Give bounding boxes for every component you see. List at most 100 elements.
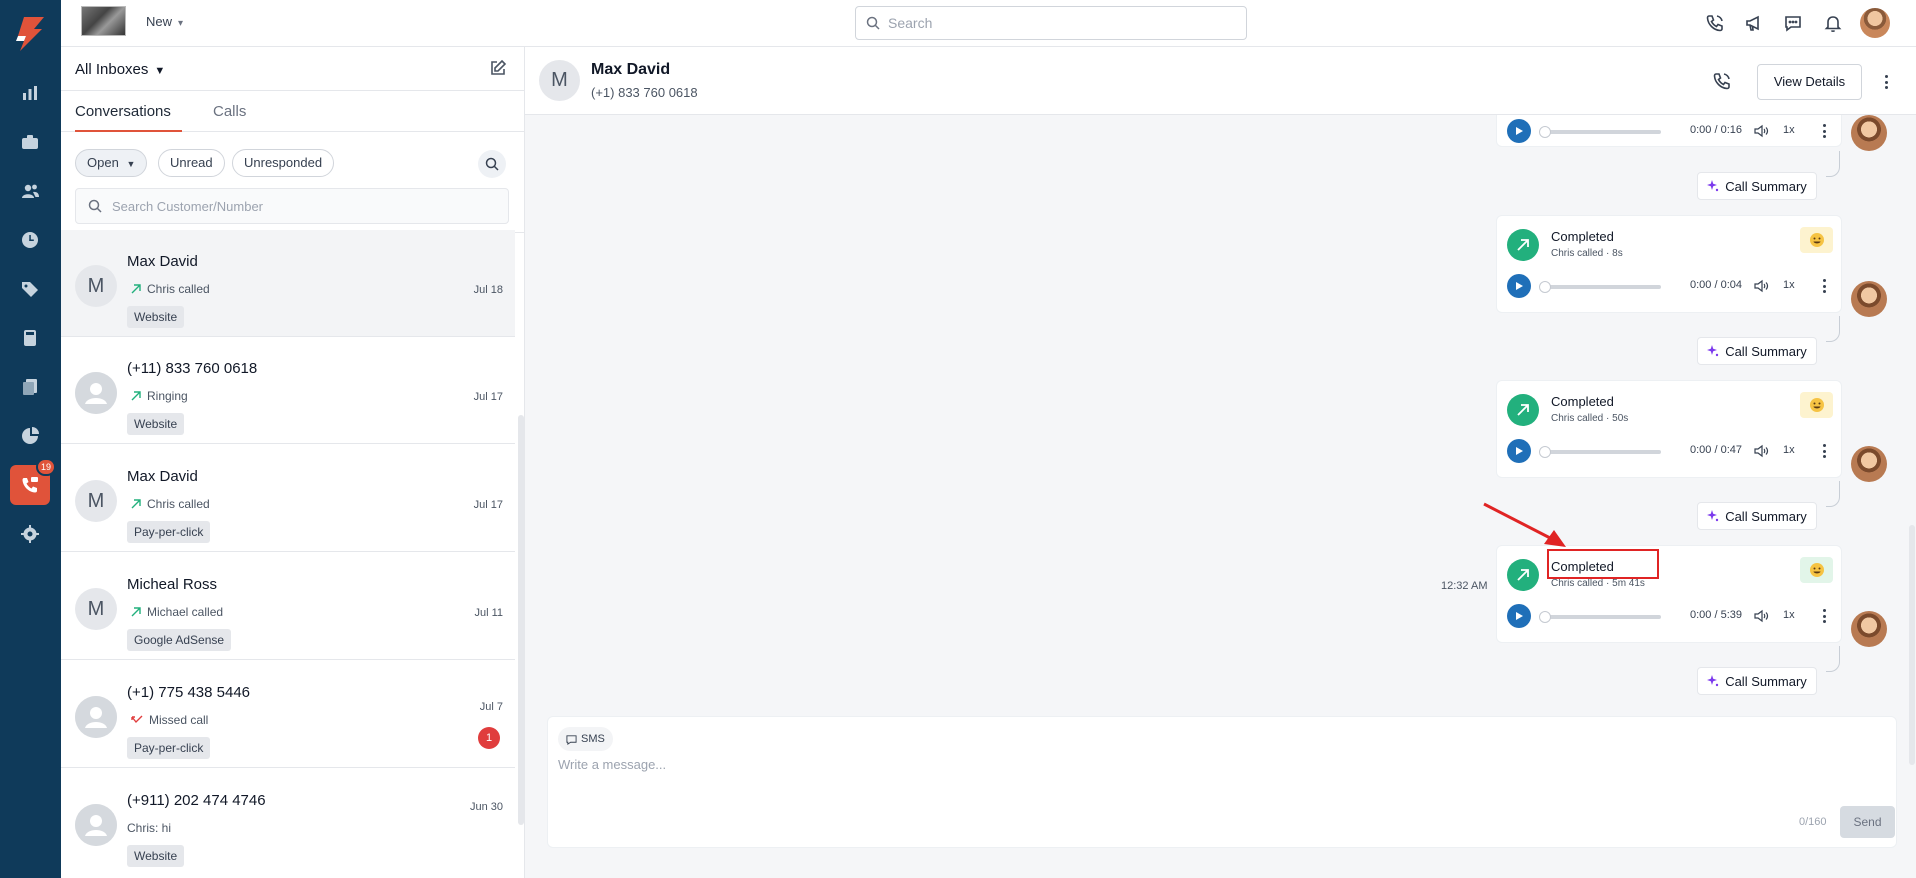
more-options-icon[interactable] — [1879, 72, 1893, 92]
analytics-icon[interactable] — [10, 416, 50, 456]
message-timestamp: 12:32 AM — [1441, 580, 1488, 592]
tab-calls[interactable]: Calls — [213, 103, 246, 120]
conversation-date: Jul 11 — [474, 607, 503, 619]
playback-speed[interactable]: 1x — [1783, 609, 1795, 621]
audio-seek-handle[interactable] — [1539, 126, 1551, 138]
list-item[interactable]: M Micheal Ross Michael called Google AdS… — [61, 553, 515, 660]
view-details-button[interactable]: View Details — [1757, 64, 1862, 100]
megaphone-icon[interactable] — [1741, 10, 1767, 36]
call-summary-button[interactable]: Call Summary — [1697, 172, 1817, 200]
outgoing-call-icon — [131, 499, 141, 509]
calculator-icon[interactable] — [10, 318, 50, 358]
user-avatar[interactable] — [1860, 8, 1890, 38]
audio-seek-handle[interactable] — [1539, 446, 1551, 458]
sentiment-emoji-icon — [1800, 227, 1833, 253]
sentiment-emoji-icon — [1800, 392, 1833, 418]
volume-icon[interactable] — [1753, 443, 1769, 459]
more-options-icon[interactable] — [1817, 121, 1831, 141]
filter-open-label: Open — [87, 155, 119, 170]
list-item[interactable]: M Max David Chris called Pay-per-click J… — [61, 445, 515, 552]
compose-icon[interactable] — [489, 59, 511, 81]
new-dropdown-button[interactable]: New ▾ — [146, 14, 183, 29]
list-item[interactable]: M Max David Chris called Website Jul 18 — [61, 230, 515, 337]
audio-player: 0:00 / 0:04 1x — [1507, 272, 1833, 300]
phone-icon[interactable] — [1709, 68, 1735, 94]
more-options-icon[interactable] — [1817, 276, 1831, 296]
filter-unresponded[interactable]: Unresponded — [232, 149, 335, 177]
volume-icon[interactable] — [1753, 608, 1769, 624]
workspace-thumbnail[interactable] — [81, 6, 126, 36]
chat-scrollbar[interactable] — [1909, 525, 1915, 765]
audio-progress-track[interactable] — [1541, 130, 1661, 134]
unread-badge: 1 — [478, 727, 500, 749]
call-summary-button[interactable]: Call Summary — [1697, 502, 1817, 530]
volume-icon[interactable] — [1753, 278, 1769, 294]
tag-icon[interactable] — [10, 269, 50, 309]
documents-icon[interactable] — [10, 367, 50, 407]
audio-seek-handle[interactable] — [1539, 611, 1551, 623]
briefcase-icon[interactable] — [10, 122, 50, 162]
customer-search-input[interactable] — [112, 198, 492, 214]
inbox-selector[interactable]: All Inboxes ▼ — [75, 61, 165, 78]
call-summary-button[interactable]: Call Summary — [1697, 667, 1817, 695]
filter-unread[interactable]: Unread — [158, 149, 225, 177]
call-summary-label: Call Summary — [1725, 508, 1807, 524]
volume-icon[interactable] — [1753, 123, 1769, 139]
phone-icon[interactable] — [1702, 10, 1728, 36]
play-icon[interactable] — [1507, 439, 1531, 463]
reports-icon[interactable] — [10, 73, 50, 113]
list-item[interactable]: (+1) 775 438 5446 Missed call Pay-per-cl… — [61, 661, 515, 768]
avatar: M — [75, 265, 117, 307]
last-activity: Chris called — [131, 497, 210, 511]
annotation-highlight-box — [1547, 549, 1659, 579]
call-summary-button[interactable]: Call Summary — [1697, 337, 1817, 365]
audio-player: 0:00 / 0:16 1x — [1507, 117, 1833, 145]
playback-speed[interactable]: 1x — [1783, 124, 1795, 136]
settings-icon[interactable] — [10, 514, 50, 554]
call-meta: Chris called · 50s — [1551, 413, 1629, 424]
call-card: Completed Chris called · 8s 0:00 / 0:04 … — [1496, 215, 1842, 313]
bell-icon[interactable] — [1820, 10, 1846, 36]
app-logo-icon[interactable] — [10, 14, 50, 54]
send-button[interactable]: Send — [1840, 806, 1895, 838]
last-activity: Missed call — [131, 713, 208, 727]
chevron-down-icon: ▼ — [126, 159, 136, 169]
call-status: Completed — [1551, 394, 1614, 409]
message-input[interactable] — [558, 757, 1878, 797]
thread-connector — [1826, 481, 1840, 507]
global-search[interactable] — [855, 6, 1247, 40]
list-item[interactable]: (+911) 202 474 4746 Chris: hi Website Ju… — [61, 769, 515, 878]
filter-search-button[interactable] — [478, 150, 506, 178]
calls-count-badge: 19 — [36, 458, 56, 476]
contacts-icon[interactable] — [10, 171, 50, 211]
contact-name: Max David — [127, 468, 198, 485]
audio-progress-track[interactable] — [1541, 615, 1661, 619]
playback-speed[interactable]: 1x — [1783, 279, 1795, 291]
thread-connector — [1826, 646, 1840, 672]
play-icon[interactable] — [1507, 604, 1531, 628]
activity-text: Chris called — [147, 497, 210, 511]
audio-seek-handle[interactable] — [1539, 281, 1551, 293]
contact-name: (+911) 202 474 4746 — [127, 792, 266, 809]
left-nav-rail: 19 — [0, 0, 61, 878]
customer-search[interactable] — [75, 188, 509, 224]
play-icon[interactable] — [1507, 119, 1531, 143]
more-options-icon[interactable] — [1817, 606, 1831, 626]
more-options-icon[interactable] — [1817, 441, 1831, 461]
conversation-date: Jun 30 — [469, 801, 503, 813]
tab-conversations[interactable]: Conversations — [75, 103, 171, 120]
playback-speed[interactable]: 1x — [1783, 444, 1795, 456]
audio-player: 0:00 / 5:39 1x — [1507, 602, 1833, 630]
list-scrollbar[interactable] — [518, 415, 524, 825]
global-search-input[interactable] — [888, 15, 1218, 31]
audio-progress-track[interactable] — [1541, 450, 1661, 454]
filter-open[interactable]: Open ▼ — [75, 149, 148, 177]
source-tag: Website — [127, 413, 185, 435]
history-icon[interactable] — [10, 220, 50, 260]
chat-icon[interactable] — [1780, 10, 1806, 36]
play-icon[interactable] — [1507, 274, 1531, 298]
audio-progress-track[interactable] — [1541, 285, 1661, 289]
channel-selector[interactable]: SMS — [558, 727, 613, 751]
inbox-label: All Inboxes — [75, 61, 149, 78]
list-item[interactable]: (+11) 833 760 0618 Ringing Website Jul 1… — [61, 337, 515, 444]
